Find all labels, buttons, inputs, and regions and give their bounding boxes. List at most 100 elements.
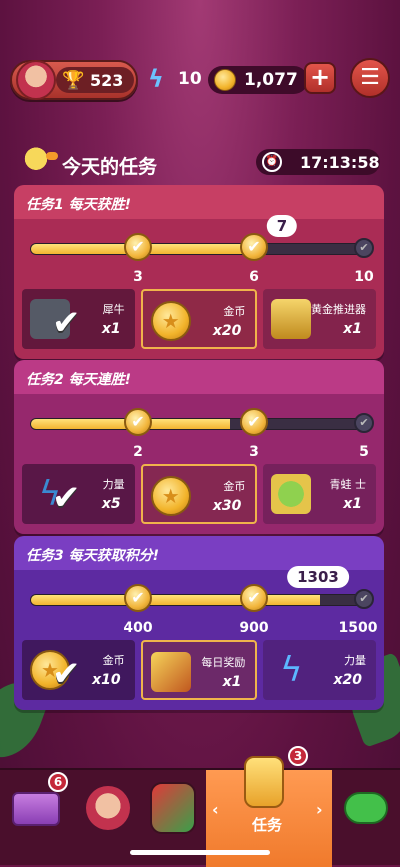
mission-title: 任务2 每天連胜! <box>26 372 131 388</box>
trophy-counter: 🏆 523 <box>56 67 134 93</box>
trumpet-icon <box>244 756 284 808</box>
reward-qty: x1 <box>343 496 363 512</box>
reward-item[interactable]: ✔ 金币 x10 <box>22 640 135 700</box>
reward-qty: x1 <box>343 321 363 337</box>
booster-card-icon <box>271 299 312 339</box>
reward-name: 金币 <box>102 654 125 667</box>
trophy-count: 523 <box>90 71 124 90</box>
bolt-icon: ϟ <box>280 650 303 690</box>
check-icon: ✔ <box>124 584 152 612</box>
progress-bar: 1303 ✔ ✔ ✔ 400 900 1500 <box>14 566 384 640</box>
shop-badge: 6 <box>48 772 68 792</box>
menu-button[interactable]: ☰ <box>350 58 390 98</box>
milestone-label: 900 <box>239 620 269 636</box>
milestone-label: 2 <box>133 444 143 460</box>
reward-name: 每日奖励 <box>201 656 246 669</box>
bird-icon <box>20 140 58 174</box>
reward-qty: x1 <box>222 674 242 690</box>
reward-name: 黄金推进器 <box>311 303 367 316</box>
reward-name: 金币 <box>223 305 246 318</box>
coin-count: 1,077 <box>244 70 298 90</box>
coin-counter: 1,077 <box>208 66 308 94</box>
check-icon: ✔ <box>240 584 268 612</box>
frog-icon <box>271 474 312 514</box>
reward-item[interactable]: ϟ ✔ 力量 x5 <box>22 464 135 524</box>
reward-item[interactable]: ✔ 犀牛 x1 <box>22 289 135 349</box>
reward-item[interactable]: 每日奖励 x1 <box>140 640 258 700</box>
nav-home[interactable] <box>146 776 206 836</box>
reward-row: ϟ ✔ 力量 x5 金币 x30 青蛙 士 x1 <box>14 464 384 534</box>
clock-icon: ⏰ <box>262 152 282 172</box>
check-icon: ✔ <box>124 233 152 261</box>
bolt-icon: ϟ <box>148 65 164 93</box>
progress-fill <box>31 595 320 605</box>
mission-card-2: 任务2 每天連胜! ✔ ✔ ✔ 2 3 5 ϟ ✔ 力量 x5 金币 x30 青… <box>14 360 384 534</box>
chest-icon <box>12 792 60 826</box>
progress-bubble: 7 <box>266 215 298 237</box>
milestone-label: 3 <box>249 444 259 460</box>
check-icon: ✔ <box>354 238 374 258</box>
reward-item[interactable]: 青蛙 士 x1 <box>263 464 377 524</box>
check-icon: ✔ <box>52 654 81 694</box>
page-title: 今天的任务 <box>62 156 158 178</box>
mission-title: 任务3 每天获取积分! <box>26 548 159 564</box>
chat-icon <box>344 792 388 824</box>
timer-value: 17:13:58 <box>300 153 380 172</box>
reward-qty: x1 <box>101 321 121 337</box>
nav-left-arrow[interactable]: ‹ <box>212 800 219 819</box>
check-icon: ✔ <box>354 413 374 433</box>
milestone-label: 6 <box>249 269 259 285</box>
check-icon: ✔ <box>354 589 374 609</box>
reward-name: 青蛙 士 <box>329 478 367 491</box>
daily-reward-icon <box>150 652 191 692</box>
nav-shop[interactable]: 6 <box>8 772 68 836</box>
emblem-icon <box>150 782 196 834</box>
milestone-label: 10 <box>354 269 374 285</box>
missions-label: 任务 <box>252 816 283 834</box>
reward-item[interactable]: 黄金推进器 x1 <box>263 289 377 349</box>
coin-icon <box>214 69 236 91</box>
mission-title: 任务1 每天获胜! <box>26 197 131 213</box>
avatar-icon <box>16 60 56 100</box>
energy-count: 10 <box>178 69 202 89</box>
progress-bubble: 1303 <box>287 566 349 588</box>
reward-qty: x20 <box>333 672 363 688</box>
reward-qty: x5 <box>101 496 121 512</box>
character-icon <box>86 786 130 830</box>
reward-name: 力量 <box>344 654 367 667</box>
reward-qty: x20 <box>212 323 242 339</box>
progress-bar: ✔ ✔ ✔ 2 3 5 <box>14 394 384 464</box>
check-icon: ✔ <box>52 303 81 343</box>
coin-icon <box>150 301 191 341</box>
milestone-label: 400 <box>123 620 153 636</box>
check-icon: ✔ <box>240 408 268 436</box>
reward-item[interactable]: ϟ 力量 x20 <box>263 640 377 700</box>
reward-qty: x30 <box>212 498 242 514</box>
progress-bar: 7 ✔ ✔ ✔ 3 6 10 <box>14 215 384 289</box>
home-indicator <box>130 850 270 855</box>
reward-item[interactable]: 金币 x20 <box>140 289 258 349</box>
missions-header: 今天的任务 ⏰ 17:13:58 <box>0 140 400 180</box>
trophy-icon: 🏆 <box>62 70 85 91</box>
reward-name: 犀牛 <box>102 303 125 316</box>
nav-characters[interactable] <box>80 776 140 836</box>
milestone-label: 3 <box>133 269 143 285</box>
milestone-label: 5 <box>359 444 369 460</box>
reward-item[interactable]: 金币 x30 <box>140 464 258 524</box>
missions-badge: 3 <box>288 746 308 766</box>
countdown-timer: ⏰ 17:13:58 <box>256 149 380 175</box>
milestone-label: 1500 <box>338 620 378 636</box>
top-bar: 🏆 523 ϟ 10 1,077 + ☰ <box>0 56 400 104</box>
reward-name: 力量 <box>102 478 125 491</box>
reward-row: ✔ 犀牛 x1 金币 x20 黄金推进器 x1 <box>14 289 384 359</box>
reward-qty: x10 <box>92 672 121 688</box>
check-icon: ✔ <box>52 478 81 518</box>
reward-name: 金币 <box>223 480 246 493</box>
coin-icon <box>150 476 191 516</box>
nav-chat[interactable] <box>340 776 400 836</box>
check-icon: ✔ <box>124 408 152 436</box>
nav-right-arrow[interactable]: › <box>316 800 323 819</box>
reward-row: ✔ 金币 x10 每日奖励 x1 ϟ 力量 x20 <box>14 640 384 710</box>
profile-button[interactable]: 🏆 523 <box>10 60 138 100</box>
add-coins-button[interactable]: + <box>304 62 336 94</box>
